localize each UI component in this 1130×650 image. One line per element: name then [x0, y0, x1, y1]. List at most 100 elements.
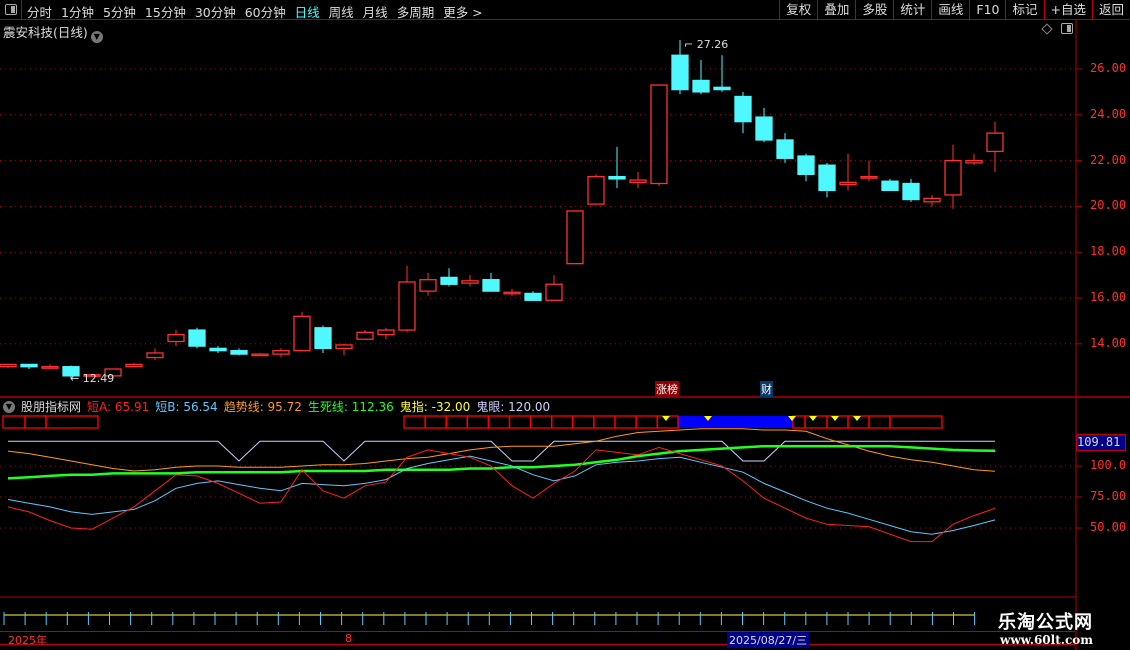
signal-cell: [487, 415, 511, 429]
indicator-value: 生死线: 112.36: [307, 400, 394, 414]
candle-up: [398, 281, 416, 331]
candle-up: [0, 363, 17, 368]
year-label: 2025年: [8, 634, 47, 647]
signal-cell: [403, 415, 426, 429]
candle-down: [881, 180, 899, 192]
indicator-value: 鬼眼: 120.00: [476, 400, 551, 414]
candle-up: [146, 352, 164, 359]
candle-down: [734, 95, 752, 123]
candle-down: [692, 79, 710, 93]
candle-up: [629, 179, 647, 184]
high-price-label: ⌐ 27.26: [684, 38, 729, 51]
indicator-axis-label: 50.00: [1090, 520, 1127, 534]
signal-triangle: [853, 416, 861, 421]
indicator-line: [7, 446, 996, 543]
low-price-label: ← 12.49: [70, 372, 115, 385]
signal-cell: [889, 415, 943, 429]
kline-chart[interactable]: [0, 0, 1130, 650]
candle-down: [671, 54, 689, 91]
chevron-down-icon[interactable]: ▼: [3, 400, 15, 413]
price-axis-label: 18.00: [1090, 244, 1127, 259]
indicator-axis-label: 75.00: [1090, 489, 1127, 503]
candle-down: [797, 155, 815, 175]
indicator-name[interactable]: 股朋指标网: [21, 398, 81, 415]
candle-up: [839, 181, 857, 186]
candle-down: [209, 347, 227, 352]
indicator-legend: ▼ 股朋指标网 短A: 65.91 短B: 56.54 趋势线: 95.72 生死线:…: [3, 398, 550, 415]
date-bar[interactable]: 2025年 8 2025/08/27/三: [0, 631, 1075, 648]
candle-up: [251, 353, 269, 357]
candle-up: [461, 280, 479, 284]
indicator-value: 短A: 65.91: [87, 400, 150, 414]
signal-cell: [24, 415, 47, 429]
marker-finance[interactable]: 财: [760, 381, 773, 397]
candle-down: [608, 175, 626, 180]
candle-up: [41, 366, 59, 369]
candle-down: [524, 292, 542, 301]
candle-up: [545, 283, 563, 301]
candle-up: [419, 279, 437, 292]
candle-up: [986, 132, 1004, 153]
price-axis-label: 24.00: [1090, 106, 1127, 121]
signal-cell: [424, 415, 447, 429]
price-axis-label: 26.00: [1090, 61, 1127, 75]
candle-up: [125, 363, 143, 368]
price-axis-label: 20.00: [1090, 198, 1127, 213]
price-axis-label: 14.00: [1090, 335, 1127, 350]
candle-up: [335, 344, 353, 350]
signal-cell: [635, 415, 658, 429]
candle-up: [503, 291, 521, 295]
watermark-url: www.60lt.com: [1000, 633, 1093, 647]
signal-cell: [572, 415, 595, 429]
high-value: 27.26: [696, 38, 729, 51]
candle-down: [314, 327, 332, 350]
candle-up: [944, 159, 962, 196]
candle-up: [377, 329, 395, 336]
candle-down: [818, 164, 836, 192]
candle-up: [272, 350, 290, 355]
current-value-badge: 109.81: [1076, 434, 1126, 451]
indicator-value: 短B: 56.54: [155, 400, 218, 414]
candle-up: [923, 197, 941, 203]
signal-cell: [466, 415, 490, 429]
candle-up: [293, 315, 311, 352]
candle-down: [755, 116, 773, 141]
candle-up: [356, 331, 374, 340]
signal-triangle: [662, 416, 670, 421]
low-value: 12.49: [82, 372, 115, 385]
indicator-value: 趋势线: 95.72: [223, 400, 302, 414]
signal-cell: [508, 415, 532, 429]
signal-cell: [445, 415, 468, 429]
signal-cell: [868, 415, 891, 429]
candle-up: [650, 84, 668, 185]
signal-cell: [529, 415, 553, 429]
candle-down: [776, 139, 794, 159]
price-axis-label: 16.00: [1090, 290, 1127, 304]
signal-triangle: [809, 416, 817, 421]
candle-down: [713, 86, 731, 91]
candle-down: [188, 329, 206, 347]
candle-up: [167, 333, 185, 343]
candle-up: [587, 175, 605, 205]
candle-down: [482, 279, 500, 292]
candle-down: [440, 276, 458, 285]
signal-cell: [551, 415, 574, 429]
month-label: 8: [345, 632, 352, 645]
price-axis-label: 22.00: [1090, 152, 1127, 167]
signal-cell: [2, 415, 26, 429]
watermark-name: 乐淘公式网: [998, 612, 1093, 633]
indicator-line: [7, 428, 996, 472]
candle-up: [566, 210, 584, 265]
signal-cell: [45, 415, 99, 429]
marker-limit-up-list[interactable]: 涨榜: [655, 381, 679, 397]
candle-down: [20, 363, 38, 368]
signal-cell: [804, 415, 828, 429]
candle-up: [860, 175, 878, 179]
candle-up: [965, 159, 983, 164]
candle-down: [902, 182, 920, 201]
candle-down: [230, 350, 248, 355]
indicator-axis-label: 100.0: [1090, 458, 1127, 472]
indicator-value: 鬼指: -32.00: [399, 400, 471, 414]
signal-cell: [792, 415, 806, 429]
signal-triangle: [831, 416, 839, 421]
